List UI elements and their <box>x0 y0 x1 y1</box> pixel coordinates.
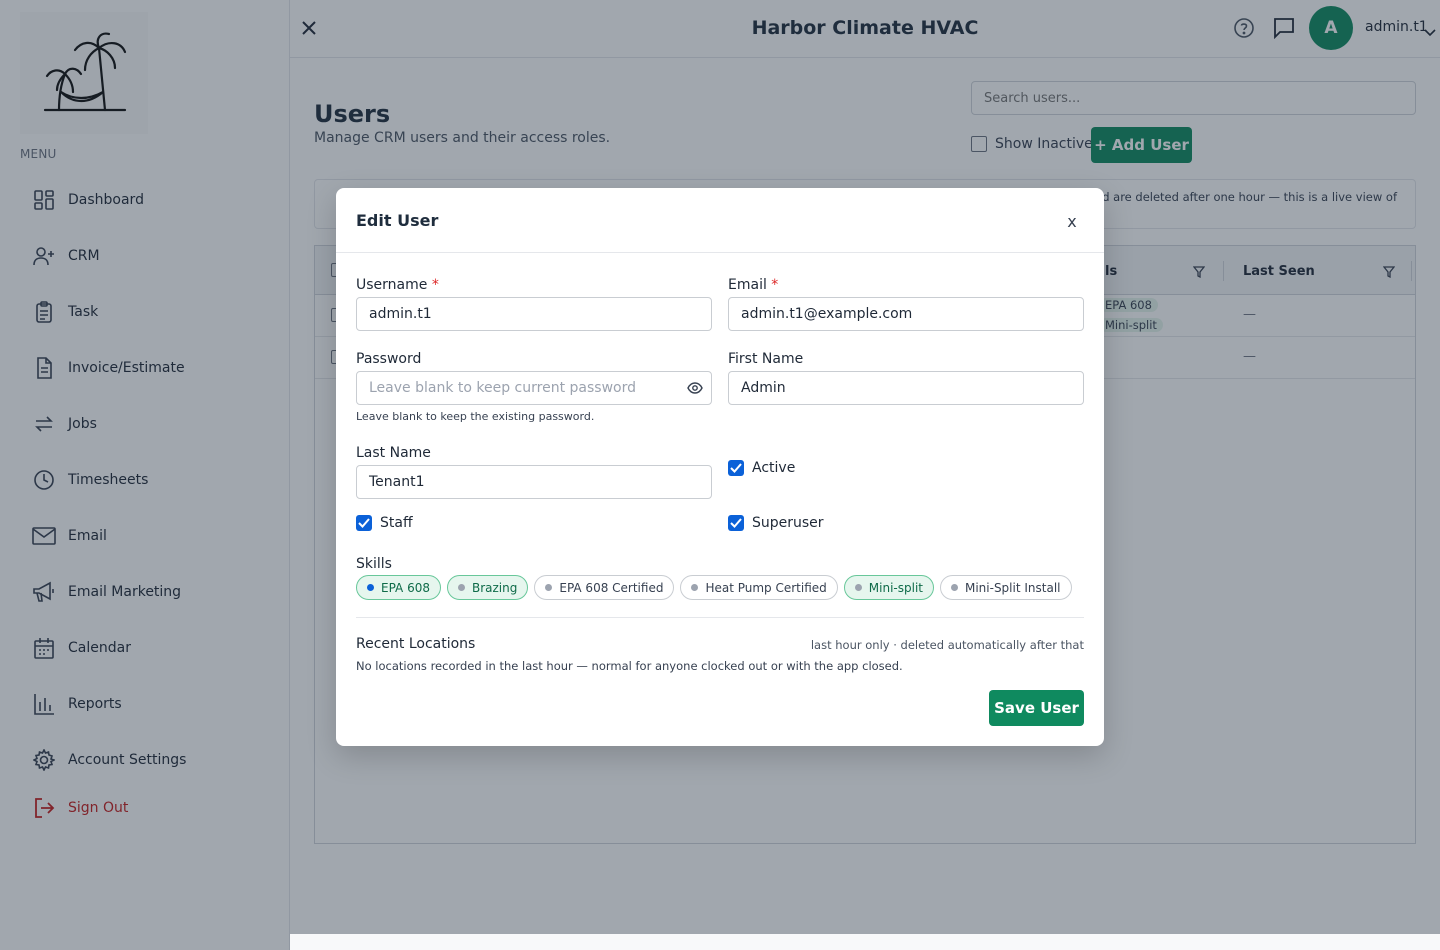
modal-backdrop-edge <box>0 934 290 950</box>
skills-label: Skills <box>356 556 392 572</box>
skill-chip-epa-608[interactable]: EPA 608 <box>356 575 441 600</box>
eye-icon[interactable] <box>687 381 703 399</box>
password-placeholder: Leave blank to keep current password <box>369 380 636 396</box>
chip-label: EPA 608 <box>381 580 430 595</box>
first-name-field[interactable]: Admin <box>728 371 1084 405</box>
recent-locations-note: last hour only · deleted automatically a… <box>810 638 1084 652</box>
last-name-label: Last Name <box>356 445 431 461</box>
skill-chip-mini-split-install[interactable]: Mini-Split Install <box>939 575 1072 600</box>
username-field[interactable]: admin.t1 <box>356 297 712 331</box>
required-marker: * <box>431 277 439 293</box>
superuser-checkbox-row[interactable]: Superuser <box>728 515 824 531</box>
staff-label: Staff <box>380 515 413 531</box>
chip-dot <box>691 584 699 591</box>
divider <box>356 617 1084 618</box>
active-checkbox[interactable] <box>728 460 744 476</box>
chip-dot <box>367 584 374 591</box>
username-label: Username * <box>356 277 439 293</box>
required-marker: * <box>771 277 779 293</box>
skill-chip-mini-split[interactable]: Mini-split <box>843 575 934 600</box>
chip-label: Mini-split <box>868 580 923 595</box>
skills-chip-group: EPA 608 Brazing EPA 608 Certified Heat P… <box>356 575 1072 600</box>
recent-locations-empty: No locations recorded in the last hour —… <box>356 659 903 673</box>
modal-title: Edit User <box>356 211 439 230</box>
password-label: Password <box>356 351 422 367</box>
active-label: Active <box>752 460 796 476</box>
staff-checkbox[interactable] <box>356 515 372 531</box>
password-help-text: Leave blank to keep the existing passwor… <box>356 410 595 423</box>
chip-label: Brazing <box>471 580 518 595</box>
chip-dot <box>950 584 958 591</box>
recent-locations-title: Recent Locations <box>356 636 476 652</box>
superuser-checkbox[interactable] <box>728 515 744 531</box>
superuser-label: Superuser <box>752 515 824 531</box>
chip-dot <box>545 584 553 591</box>
active-checkbox-row[interactable]: Active <box>728 460 795 476</box>
chip-dot <box>854 584 862 591</box>
first-name-label: First Name <box>728 351 804 367</box>
staff-checkbox-row[interactable]: Staff <box>356 515 413 531</box>
password-field[interactable]: Leave blank to keep current password <box>356 371 712 405</box>
footer-strip <box>290 934 1440 950</box>
edit-user-modal: Edit User x Username * admin.t1 Email * … <box>336 188 1104 746</box>
modal-close-button[interactable]: x <box>1064 212 1080 231</box>
email-field[interactable]: admin.t1@example.com <box>728 297 1084 331</box>
chip-label: EPA 608 Certified <box>559 580 664 595</box>
skill-chip-heat-pump-certified[interactable]: Heat Pump Certified <box>680 575 838 600</box>
email-label: Email * <box>728 277 779 293</box>
skill-chip-epa-608-certified[interactable]: EPA 608 Certified <box>534 575 675 600</box>
last-name-field[interactable]: Tenant1 <box>356 465 712 499</box>
skill-chip-brazing[interactable]: Brazing <box>446 575 529 600</box>
chip-label: Mini-Split Install <box>964 580 1061 595</box>
chip-dot <box>457 584 465 591</box>
chip-label: Heat Pump Certified <box>705 580 827 595</box>
save-user-button[interactable]: Save User <box>989 690 1084 726</box>
modal-header: Edit User x <box>336 188 1104 253</box>
